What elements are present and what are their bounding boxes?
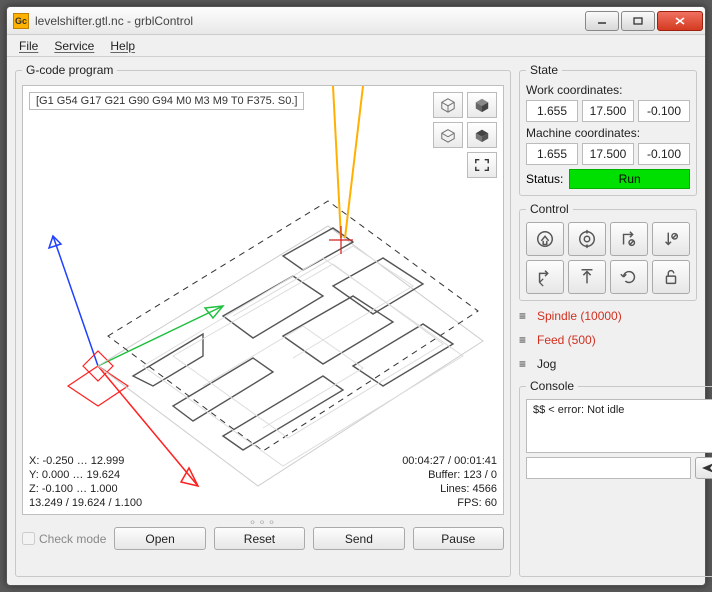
feed-label: Feed (500) <box>537 333 596 347</box>
check-mode-checkbox[interactable]: Check mode <box>22 532 106 546</box>
return-icon <box>535 267 555 287</box>
home-button[interactable] <box>526 222 564 256</box>
restore-origin-button[interactable] <box>526 260 564 294</box>
viewer-stats-left: X: -0.250 … 12.999 Y: 0.000 … 19.624 Z: … <box>29 454 142 510</box>
check-mode-label: Check mode <box>39 532 106 546</box>
work-y: 17.500 <box>582 100 634 122</box>
menubar: File Service Help <box>7 35 705 57</box>
safe-z-button[interactable] <box>568 260 606 294</box>
control-group-label: Control <box>526 202 573 216</box>
console-send-button[interactable] <box>695 457 712 479</box>
machine-x: 1.655 <box>526 143 578 165</box>
console-output[interactable]: $$ < error: Not idle <box>526 399 712 453</box>
home-icon <box>535 229 555 249</box>
app-window: Gc levelshifter.gtl.nc - grblControl Fil… <box>6 6 706 586</box>
gcode-group-label: G-code program <box>22 63 117 77</box>
machine-coords-label: Machine coordinates: <box>526 126 690 140</box>
console-group-label: Console <box>526 379 578 393</box>
machine-z: -0.100 <box>638 143 690 165</box>
state-group-label: State <box>526 63 562 77</box>
zero-z-icon <box>661 229 681 249</box>
zero-xy-icon <box>619 229 639 249</box>
z-up-icon <box>577 267 597 287</box>
check-mode-input[interactable] <box>22 532 35 545</box>
app-icon: Gc <box>13 13 29 29</box>
splitter-grip[interactable]: ∘∘∘ <box>22 515 504 525</box>
probe-z-button[interactable] <box>568 222 606 256</box>
toolpath-viewer[interactable]: [G1 G54 G17 G21 G90 G94 M0 M3 M9 T0 F375… <box>22 85 504 515</box>
work-z: -0.100 <box>638 100 690 122</box>
jog-label: Jog <box>537 357 556 371</box>
target-icon <box>577 229 597 249</box>
console-input[interactable] <box>526 457 691 479</box>
jog-section[interactable]: ≡ Jog <box>519 355 697 373</box>
maximize-button[interactable] <box>621 11 655 31</box>
zero-z-button[interactable] <box>652 222 690 256</box>
send-icon <box>701 462 712 474</box>
spindle-section[interactable]: ≡ Spindle (10000) <box>519 307 697 325</box>
reset-grbl-button[interactable] <box>610 260 648 294</box>
hamburger-icon: ≡ <box>519 333 531 347</box>
control-group: Control <box>519 202 697 301</box>
status-value: Run <box>569 169 690 189</box>
console-group: Console $$ < error: Not idle <box>519 379 712 577</box>
reset-button[interactable]: Reset <box>214 527 305 550</box>
reload-icon <box>619 267 639 287</box>
pause-button[interactable]: Pause <box>413 527 504 550</box>
open-button[interactable]: Open <box>114 527 205 550</box>
zero-xy-button[interactable] <box>610 222 648 256</box>
feed-section[interactable]: ≡ Feed (500) <box>519 331 697 349</box>
window-title: levelshifter.gtl.nc - grblControl <box>35 14 193 28</box>
minimize-button[interactable] <box>585 11 619 31</box>
hamburger-icon: ≡ <box>519 309 531 323</box>
status-label: Status: <box>526 172 563 186</box>
machine-y: 17.500 <box>582 143 634 165</box>
menu-help[interactable]: Help <box>104 37 141 55</box>
close-button[interactable] <box>657 11 703 31</box>
work-x: 1.655 <box>526 100 578 122</box>
toolpath-canvas <box>23 86 513 516</box>
gcode-program-group: G-code program [G1 G54 G17 G21 G90 G94 M… <box>15 63 511 577</box>
titlebar[interactable]: Gc levelshifter.gtl.nc - grblControl <box>7 7 705 35</box>
menu-file[interactable]: File <box>13 37 44 55</box>
work-coords-label: Work coordinates: <box>526 83 690 97</box>
hamburger-icon: ≡ <box>519 357 531 371</box>
unlock-button[interactable] <box>652 260 690 294</box>
send-button[interactable]: Send <box>313 527 404 550</box>
unlock-icon <box>661 267 681 287</box>
viewer-stats-right: 00:04:27 / 00:01:41 Buffer: 123 / 0 Line… <box>402 454 497 510</box>
state-group: State Work coordinates: 1.655 17.500 -0.… <box>519 63 697 196</box>
spindle-label: Spindle (10000) <box>537 309 622 323</box>
menu-service[interactable]: Service <box>48 37 100 55</box>
